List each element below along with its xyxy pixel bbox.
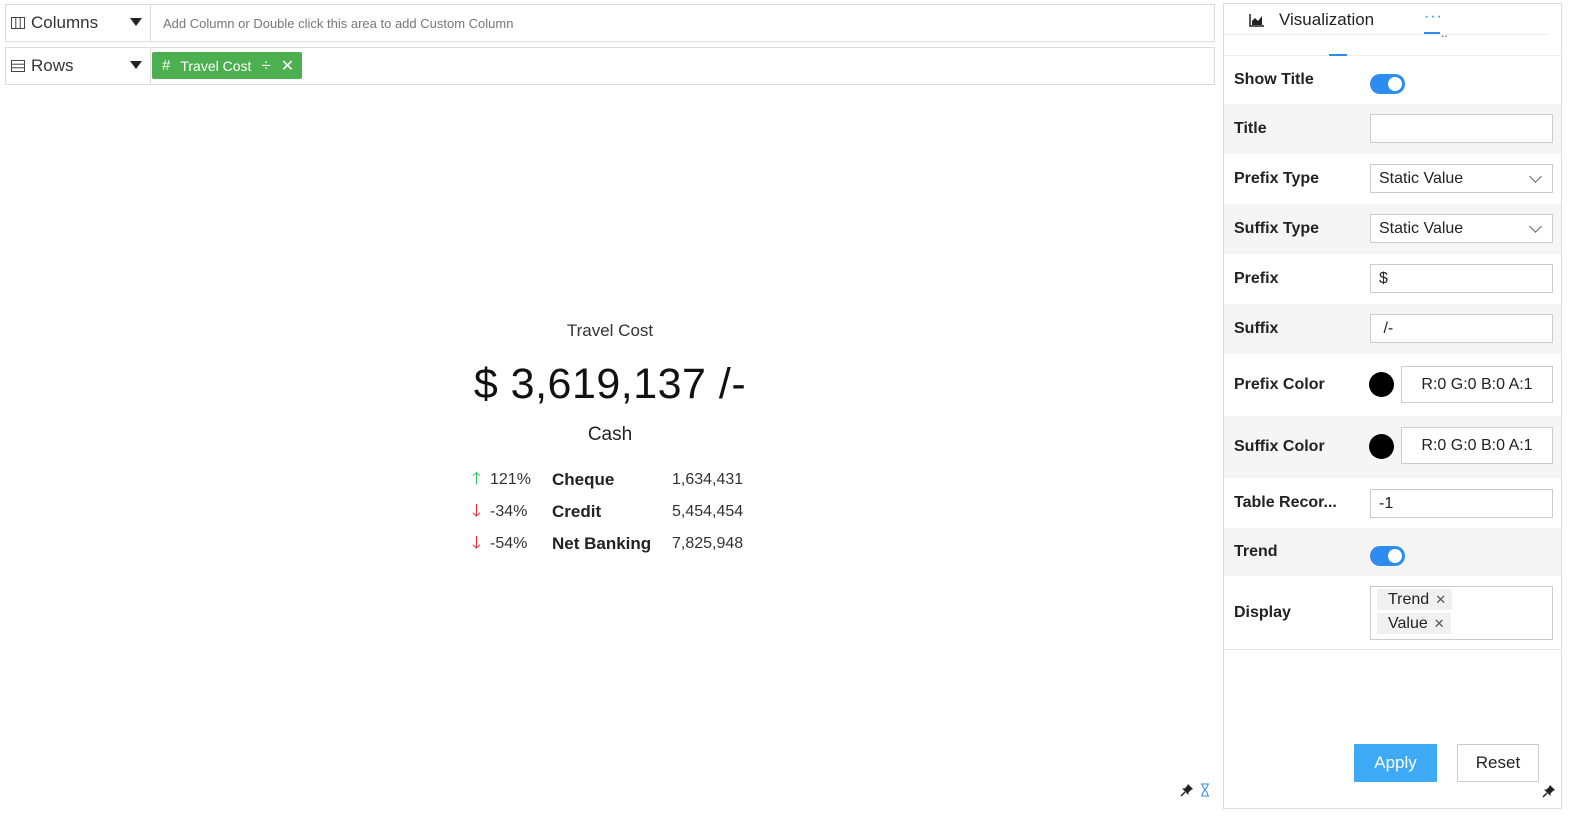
hourglass-icon[interactable] [1200, 783, 1210, 797]
prop-suffix-type: Suffix Type Static Value [1224, 204, 1561, 254]
show-title-toggle[interactable] [1370, 74, 1405, 94]
tab-visualization[interactable]: Visualization [1249, 10, 1374, 30]
trend-row: 🡓 -54% Net Banking 7,825,948 [472, 528, 762, 560]
chevron-down-icon [1529, 220, 1542, 233]
trend-name: Cheque [552, 470, 615, 489]
columns-dropdown[interactable]: Columns [6, 5, 151, 41]
app-root: Columns Add Column or Double click this … [0, 0, 1592, 824]
table-records-input[interactable]: -1 [1370, 489, 1553, 518]
properties-panel: Visualization ··· .. Show Title Title Pr… [1223, 3, 1562, 809]
measure-hash-icon: # [162, 57, 171, 74]
prefix-input[interactable]: $ [1370, 264, 1553, 293]
prop-display: Display Trend ✕ Value ✕ [1224, 576, 1561, 650]
more-tab[interactable]: ··· [1424, 8, 1443, 26]
trend-value: 1,634,431 [672, 471, 744, 488]
trend-value: 7,825,948 [672, 535, 744, 552]
chevron-down-icon [1529, 170, 1542, 183]
prefix-type-select[interactable]: Static Value [1370, 164, 1553, 193]
suffix-color-input[interactable]: R:0 G:0 B:0 A:1 [1401, 427, 1553, 464]
prop-prefix-color: Prefix Color R:0 G:0 B:0 A:1 [1224, 354, 1561, 416]
more-tab-sub: .. [1441, 26, 1448, 40]
prop-suffix: Suffix /- [1224, 304, 1561, 354]
columns-shelf: Columns Add Column or Double click this … [5, 4, 1215, 42]
remove-tag-icon[interactable]: ✕ [1435, 592, 1446, 608]
prop-title: Title [1224, 104, 1561, 154]
trend-name: Net Banking [552, 534, 652, 553]
prop-show-title: Show Title [1224, 56, 1561, 104]
tag-label: Value [1388, 614, 1428, 632]
remove-tag-icon[interactable]: ✕ [1434, 616, 1445, 632]
more-tab-indicator [1424, 32, 1440, 34]
columns-label: Columns [31, 13, 99, 32]
columns-placeholder: Add Column or Double click this area to … [163, 15, 514, 31]
pin-icon[interactable] [1542, 784, 1556, 798]
trend-name: Credit [552, 502, 602, 521]
trend-table: 🡑 121% Cheque 1,634,431 🡓 -34% Credit 5,… [472, 464, 762, 560]
prop-label: Table Recor... [1234, 494, 1337, 511]
reset-button[interactable]: Reset [1457, 744, 1539, 782]
prop-label: Title [1234, 120, 1267, 137]
prop-trend: Trend [1224, 528, 1561, 576]
suffix-type-select[interactable]: Static Value [1370, 214, 1553, 243]
caret-down-icon[interactable] [130, 18, 142, 26]
prop-label: Suffix Color [1234, 438, 1325, 455]
caret-down-icon[interactable] [130, 61, 142, 69]
display-multiselect[interactable]: Trend ✕ Value ✕ [1370, 586, 1553, 640]
divide-icon[interactable]: ÷ [261, 56, 270, 76]
prop-label: Prefix Color [1234, 376, 1325, 393]
trend-percent: -34% [490, 503, 528, 520]
prop-label: Prefix [1234, 270, 1279, 287]
trend-percent: 121% [490, 471, 531, 488]
trend-row: 🡑 121% Cheque 1,634,431 [472, 464, 762, 496]
arrow-down-icon: 🡓 [472, 532, 481, 552]
close-icon[interactable]: ✕ [281, 56, 294, 76]
suffix-input[interactable]: /- [1370, 314, 1553, 343]
tab-divider [1224, 34, 1549, 35]
suffix-color-swatch[interactable] [1369, 434, 1394, 459]
rows-shelf: Rows # Travel Cost ÷ ✕ [5, 47, 1215, 85]
prop-label: Prefix Type [1234, 170, 1320, 187]
travel-cost-pill[interactable]: # Travel Cost ÷ ✕ [152, 52, 303, 79]
apply-button[interactable]: Apply [1354, 744, 1437, 782]
rows-label: Rows [31, 56, 74, 75]
columns-drop-area[interactable]: Add Column or Double click this area to … [151, 5, 1214, 41]
display-tag[interactable]: Trend ✕ [1377, 589, 1453, 610]
trend-percent: -54% [490, 535, 528, 552]
pin-icon[interactable] [1180, 783, 1194, 797]
columns-icon [11, 17, 25, 29]
prop-suffix-color: Suffix Color R:0 G:0 B:0 A:1 [1224, 416, 1561, 478]
area-chart-icon [1249, 14, 1264, 27]
prefix-color-swatch[interactable] [1369, 372, 1394, 397]
kpi-subtitle: Cash [587, 424, 633, 445]
suffix-type-value: Static Value [1379, 219, 1464, 237]
prop-prefix: Prefix $ [1224, 254, 1561, 304]
trend-toggle[interactable] [1370, 546, 1405, 566]
arrow-up-icon: 🡑 [472, 468, 481, 488]
canvas-corner-icons [1180, 783, 1210, 797]
trend-row: 🡓 -34% Credit 5,454,454 [472, 496, 762, 528]
prop-label: Suffix Type [1234, 220, 1320, 237]
panel-tabs: Visualization ··· .. [1224, 4, 1561, 56]
kpi-value: $ 3,619,137 /- [473, 360, 747, 408]
prefix-color-input[interactable]: R:0 G:0 B:0 A:1 [1401, 366, 1553, 403]
prop-label: Display [1234, 603, 1291, 621]
trend-value: 5,454,454 [672, 503, 744, 520]
rows-drop-area[interactable] [151, 48, 1214, 84]
prop-prefix-type: Prefix Type Static Value [1224, 154, 1561, 204]
display-tag[interactable]: Value ✕ [1377, 613, 1451, 634]
tag-label: Trend [1388, 590, 1430, 608]
tab-visualization-label: Visualization [1279, 10, 1375, 29]
prop-label: Suffix [1234, 320, 1279, 337]
rows-icon [11, 60, 25, 72]
kpi-title: Travel Cost [566, 321, 654, 340]
rows-dropdown[interactable]: Rows [6, 48, 151, 84]
pill-label: Travel Cost [180, 57, 252, 74]
arrow-down-icon: 🡓 [472, 500, 481, 520]
prop-table-records: Table Recor... -1 [1224, 478, 1561, 528]
title-input[interactable] [1370, 114, 1553, 143]
prefix-type-value: Static Value [1379, 169, 1464, 187]
prop-label: Show Title [1234, 71, 1314, 88]
prop-label: Trend [1234, 543, 1278, 560]
